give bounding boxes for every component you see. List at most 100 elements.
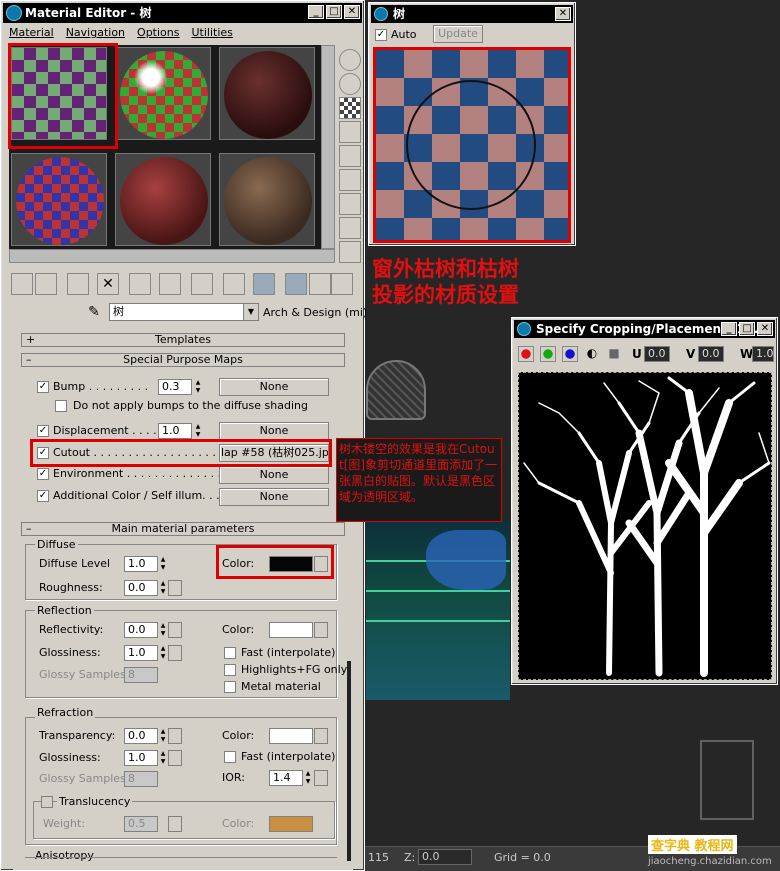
minimize-button[interactable]: _ [308, 5, 324, 19]
reflection-color-swatch[interactable] [269, 622, 313, 638]
chevron-down-icon[interactable]: ▼ [243, 304, 258, 320]
translucency-color-swatch[interactable] [269, 816, 313, 832]
close-button[interactable]: ✕ [344, 5, 360, 19]
special-maps-rollout-header[interactable]: – Special Purpose Maps [21, 353, 345, 367]
additional-color-checkbox[interactable]: ✓ [37, 490, 49, 502]
crop-titlebar[interactable]: Specify Cropping/Placement (1... _ □ ✕ [514, 320, 775, 338]
additional-color-map-button[interactable]: None [219, 488, 329, 506]
refraction-glossiness-field[interactable]: 1.0 [124, 750, 158, 766]
roughness-map-button[interactable] [168, 580, 182, 596]
reflection-samples-field[interactable]: 8 [124, 667, 158, 683]
go-forward-icon[interactable] [309, 273, 331, 295]
assign-material-icon[interactable] [67, 273, 89, 295]
ior-spinner[interactable]: ▲ ▼ [304, 770, 312, 786]
menu-utilities[interactable]: Utilities [191, 23, 232, 43]
no-bump-diffuse-checkbox[interactable] [55, 400, 67, 412]
select-by-material-icon[interactable] [339, 217, 361, 239]
roughness-field[interactable]: 0.0 [124, 580, 158, 596]
main-params-rollout-header[interactable]: – Main material parameters [21, 522, 345, 536]
refraction-fast-checkbox[interactable] [224, 751, 236, 763]
sample-slot-6[interactable] [219, 153, 315, 246]
refraction-color-swatch[interactable] [269, 728, 313, 744]
bump-amount-field[interactable]: 0.3 [158, 379, 192, 395]
material-type-button[interactable]: Arch & Design (mi) [263, 306, 367, 319]
material-id-icon[interactable] [191, 273, 213, 295]
update-button[interactable]: Update [433, 25, 483, 43]
reflection-color-map-button[interactable] [314, 622, 328, 638]
green-channel-icon[interactable] [540, 346, 556, 362]
bump-spinner[interactable]: ▲ ▼ [194, 379, 202, 395]
maximize-button[interactable]: □ [739, 322, 755, 336]
close-button[interactable]: ✕ [757, 322, 773, 336]
auto-checkbox[interactable]: ✓ [375, 29, 387, 41]
environment-checkbox[interactable]: ✓ [37, 468, 49, 480]
sample-slot-5[interactable] [115, 153, 211, 246]
bump-map-button[interactable]: None [219, 378, 329, 396]
make-unique-icon[interactable] [129, 273, 151, 295]
v-field[interactable]: 0.0 [698, 346, 724, 362]
go-sibling-icon[interactable] [331, 273, 353, 295]
diffuse-level-field[interactable]: 1.0 [124, 556, 158, 572]
displacement-spinner[interactable]: ▲ ▼ [194, 423, 202, 439]
u-field[interactable]: 0.0 [644, 346, 670, 362]
displacement-amount-field[interactable]: 1.0 [158, 423, 192, 439]
menu-options[interactable]: Options [137, 23, 179, 43]
navigator-icon[interactable] [339, 241, 361, 263]
make-preview-icon[interactable] [339, 169, 361, 191]
alpha-channel-icon[interactable]: ◐ [584, 346, 600, 362]
w-field[interactable]: 1.0 [752, 346, 774, 362]
transparency-map-button[interactable] [168, 728, 182, 744]
refraction-color-map-button[interactable] [314, 728, 328, 744]
reflection-glossiness-spinner[interactable]: ▲ ▼ [159, 645, 167, 661]
ior-map-button[interactable] [314, 770, 328, 786]
refraction-glossiness-map-button[interactable] [168, 750, 182, 766]
put-to-library-icon[interactable] [159, 273, 181, 295]
rollout-scrollbar[interactable] [347, 661, 351, 861]
displacement-map-button[interactable]: None [219, 422, 329, 440]
refraction-glossiness-spinner[interactable]: ▲ ▼ [159, 750, 167, 766]
reset-map-icon[interactable]: ✕ [97, 273, 119, 295]
menu-navigation[interactable]: Navigation [66, 23, 125, 43]
background-icon[interactable] [339, 97, 361, 119]
menu-material[interactable]: Material [9, 23, 54, 43]
transparency-field[interactable]: 0.0 [124, 728, 158, 744]
close-button[interactable]: ✕ [555, 7, 571, 21]
maximize-button[interactable]: □ [326, 5, 342, 19]
red-channel-icon[interactable] [518, 346, 534, 362]
reflection-fast-checkbox[interactable] [224, 647, 236, 659]
material-name-combo[interactable]: 树 ▼ [109, 303, 259, 321]
refraction-samples-field[interactable]: 8 [124, 771, 158, 787]
map-preview-titlebar[interactable]: 树 ✕ [371, 5, 573, 23]
sample-slot-2[interactable] [115, 47, 211, 140]
mono-icon[interactable]: ■ [606, 346, 622, 362]
reflectivity-field[interactable]: 0.0 [124, 622, 158, 638]
sample-slot-4[interactable] [11, 153, 107, 246]
reflection-glossiness-field[interactable]: 1.0 [124, 645, 158, 661]
status-z-value[interactable]: 0.0 [418, 849, 472, 865]
sample-slot-3[interactable] [219, 47, 315, 140]
sample-slots-vscroll[interactable] [321, 45, 335, 249]
bump-checkbox[interactable]: ✓ [37, 381, 49, 393]
blue-channel-icon[interactable] [562, 346, 578, 362]
environment-map-button[interactable]: None [219, 466, 329, 484]
metal-material-checkbox[interactable] [224, 681, 236, 693]
sample-uv-icon[interactable] [339, 121, 361, 143]
displacement-checkbox[interactable]: ✓ [37, 425, 49, 437]
translucency-checkbox[interactable] [41, 796, 53, 808]
reflectivity-map-button[interactable] [168, 622, 182, 638]
get-material-icon[interactable] [11, 273, 33, 295]
reflection-glossiness-map-button[interactable] [168, 645, 182, 661]
transparency-spinner[interactable]: ▲ ▼ [159, 728, 167, 744]
templates-rollout-header[interactable]: + Templates [21, 333, 345, 347]
sample-type-icon[interactable] [339, 49, 361, 71]
go-to-parent-icon[interactable] [285, 273, 307, 295]
diffuse-level-spinner[interactable]: ▲ ▼ [159, 556, 167, 572]
pick-material-icon[interactable]: ✎ [85, 303, 103, 321]
highlights-fg-checkbox[interactable] [224, 664, 236, 676]
sample-slots-hscroll[interactable] [9, 249, 335, 263]
minimize-button[interactable]: _ [721, 322, 737, 336]
options-icon[interactable] [339, 193, 361, 215]
roughness-spinner[interactable]: ▲ ▼ [159, 580, 167, 596]
show-map-icon[interactable] [223, 273, 245, 295]
show-end-result-icon[interactable] [253, 273, 275, 295]
